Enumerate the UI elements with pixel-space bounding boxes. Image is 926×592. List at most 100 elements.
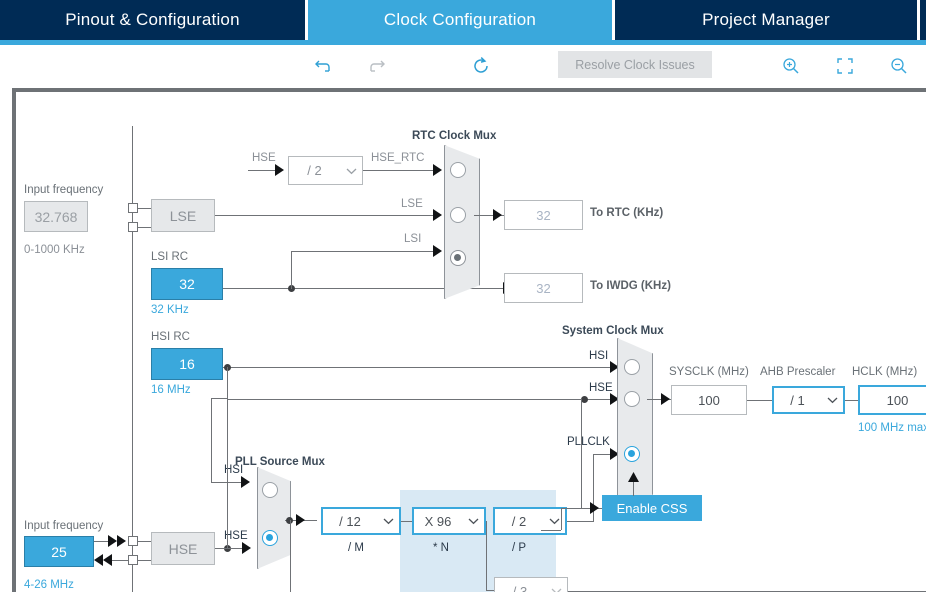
enable-css-label: Enable CSS xyxy=(616,500,688,516)
undo-button[interactable] xyxy=(306,52,340,80)
arrow-lsi-into-rtcmux xyxy=(433,245,442,257)
hse-pin-top[interactable] xyxy=(128,536,138,546)
pll-m-divider-select[interactable]: / 12 xyxy=(321,507,401,535)
to-rtc-label: To RTC (KHz) xyxy=(590,207,664,219)
hclk-field[interactable]: 100 xyxy=(858,385,926,415)
hse-pin-wire-bottom xyxy=(138,560,152,561)
zoom-in-button[interactable] xyxy=(776,53,806,79)
lsi-rc-value: 32 xyxy=(179,276,195,292)
rtc-mux-option-hse-rtc[interactable] xyxy=(450,162,466,178)
sysclk-value: 100 xyxy=(698,392,720,408)
to-iwdg-field[interactable]: 32 xyxy=(504,273,583,303)
signal-label-hse-sysmux: HSE xyxy=(589,382,613,394)
pll-n-multiplier-select[interactable]: X 96 xyxy=(412,507,486,535)
signal-label-lse: LSE xyxy=(401,198,423,210)
hse-oscillator-label: HSE xyxy=(168,540,198,557)
arrow-hsi-into-pllmux xyxy=(241,476,250,488)
wire-n-down-to-q xyxy=(486,521,487,591)
wire-pllmux-down xyxy=(290,520,291,592)
lse-oscillator-box[interactable]: LSE xyxy=(151,199,215,232)
lse-pin-bottom[interactable] xyxy=(128,222,138,232)
to-rtc-value: 32 xyxy=(536,207,551,223)
wire-lse-to-rtcmux xyxy=(215,215,434,216)
to-rtc-field[interactable]: 32 xyxy=(504,200,583,230)
to-iwdg-label: To IWDG (KHz) xyxy=(590,280,671,292)
hsi-rc-label: HSI RC xyxy=(151,331,190,343)
sysclk-mux-option-pllclk[interactable] xyxy=(624,446,640,462)
chevron-down-icon xyxy=(462,517,484,525)
wire-hse-to-rtcdiv xyxy=(248,170,278,171)
tab-label: Clock Configuration xyxy=(383,10,537,29)
wire-hse-to-css xyxy=(581,399,582,508)
wire-hse-to-pllmux xyxy=(215,548,245,549)
wire-hsi-down-to-pllmux xyxy=(211,398,212,482)
sysclk-mux-option-hsi[interactable] xyxy=(624,359,640,375)
pll-q-divider-select[interactable]: / 3 xyxy=(494,577,568,592)
ahb-prescaler-select[interactable]: / 1 xyxy=(772,386,845,414)
wire-p-out xyxy=(567,521,594,522)
wire-css-leg-down xyxy=(561,508,562,530)
tab-pinout-configuration[interactable]: Pinout & Configuration xyxy=(0,0,305,40)
lse-input-frequency-field[interactable]: 32.768 xyxy=(24,201,88,232)
lse-pin-top[interactable] xyxy=(128,203,138,213)
pll-q-value: / 3 xyxy=(512,583,528,592)
hsi-rc-unit-hint: 16 MHz xyxy=(151,384,191,396)
resolve-clock-issues-button[interactable]: Resolve Clock Issues xyxy=(558,51,712,78)
pll-source-option-hse[interactable] xyxy=(262,530,278,546)
hsi-rc-field[interactable]: 16 xyxy=(151,348,223,380)
rtc-mux-option-lsi[interactable] xyxy=(450,250,466,266)
hse-oscillator-box[interactable]: HSE xyxy=(151,532,215,565)
chevron-down-icon xyxy=(377,517,399,525)
zoom-in-icon xyxy=(783,58,799,74)
hse-pin-wire-top xyxy=(138,541,152,542)
pll-p-value: / 2 xyxy=(511,513,527,529)
redo-button[interactable] xyxy=(360,52,394,80)
sysclk-mux-option-hse[interactable] xyxy=(624,391,640,407)
oscillator-bus-line xyxy=(132,126,133,592)
hsi-rc-value: 16 xyxy=(179,356,195,372)
hse-pin-bottom[interactable] xyxy=(128,555,138,565)
pll-p-label: / P xyxy=(512,542,527,554)
sysclk-field[interactable]: 100 xyxy=(671,385,747,415)
arrow-hse-into-rtcdiv xyxy=(275,164,284,176)
arrow-hse-out-a xyxy=(94,554,103,566)
lsi-rc-field[interactable]: 32 xyxy=(151,268,223,300)
reset-clock-configuration-button[interactable] xyxy=(464,52,498,80)
arrow-into-m-divider xyxy=(296,514,305,526)
resolve-clock-issues-label: Resolve Clock Issues xyxy=(575,57,695,72)
lse-pin-wire-top xyxy=(138,208,152,209)
lsi-rc-label: LSI RC xyxy=(151,251,189,263)
wire-pllclk-right xyxy=(593,454,611,455)
hclk-value: 100 xyxy=(886,392,909,408)
zoom-out-button[interactable] xyxy=(884,53,914,79)
wire-lsi-branch-up xyxy=(291,251,292,289)
rtc-hse-divider-select[interactable]: / 2 xyxy=(288,156,363,185)
arrow-css-up-icon xyxy=(628,472,639,482)
chevron-down-icon xyxy=(340,167,362,175)
clock-tree-diagram: Input frequency 32.768 0-1000 KHz LSE LS… xyxy=(16,92,926,592)
lsi-rc-unit-hint: 32 KHz xyxy=(151,304,189,316)
pll-n-label: * N xyxy=(433,542,449,554)
enable-css-button[interactable]: Enable CSS xyxy=(602,495,702,521)
arrow-hsertc-into-rtcmux xyxy=(433,164,442,176)
clock-tree-canvas[interactable]: Input frequency 32.768 0-1000 KHz LSE LS… xyxy=(12,88,926,592)
redo-icon xyxy=(370,60,385,72)
arrow-into-rtc-field xyxy=(493,209,502,221)
to-iwdg-value: 32 xyxy=(536,280,551,296)
refresh-icon xyxy=(474,57,488,73)
rtc-mux-option-lse[interactable] xyxy=(450,207,466,223)
fit-to-window-button[interactable] xyxy=(830,53,860,79)
pll-source-option-hsi[interactable] xyxy=(262,482,278,498)
tab-clock-configuration[interactable]: Clock Configuration xyxy=(308,0,612,40)
undo-icon xyxy=(315,60,330,72)
hse-input-frequency-field[interactable]: 25 xyxy=(24,536,94,567)
pll-m-value: / 12 xyxy=(339,513,361,529)
lse-range-hint: 0-1000 KHz xyxy=(24,244,85,256)
hclk-max-hint: 100 MHz max xyxy=(858,422,926,434)
tab-project-manager[interactable]: Project Manager xyxy=(615,0,917,40)
signal-label-hse-rtc-input: HSE xyxy=(252,152,276,164)
hse-input-frequency-label: Input frequency xyxy=(24,520,104,532)
wire-css-leg-left xyxy=(541,530,561,531)
rtc-hse-divider-value: / 2 xyxy=(307,163,322,178)
hclk-label: HCLK (MHz) xyxy=(852,366,918,378)
